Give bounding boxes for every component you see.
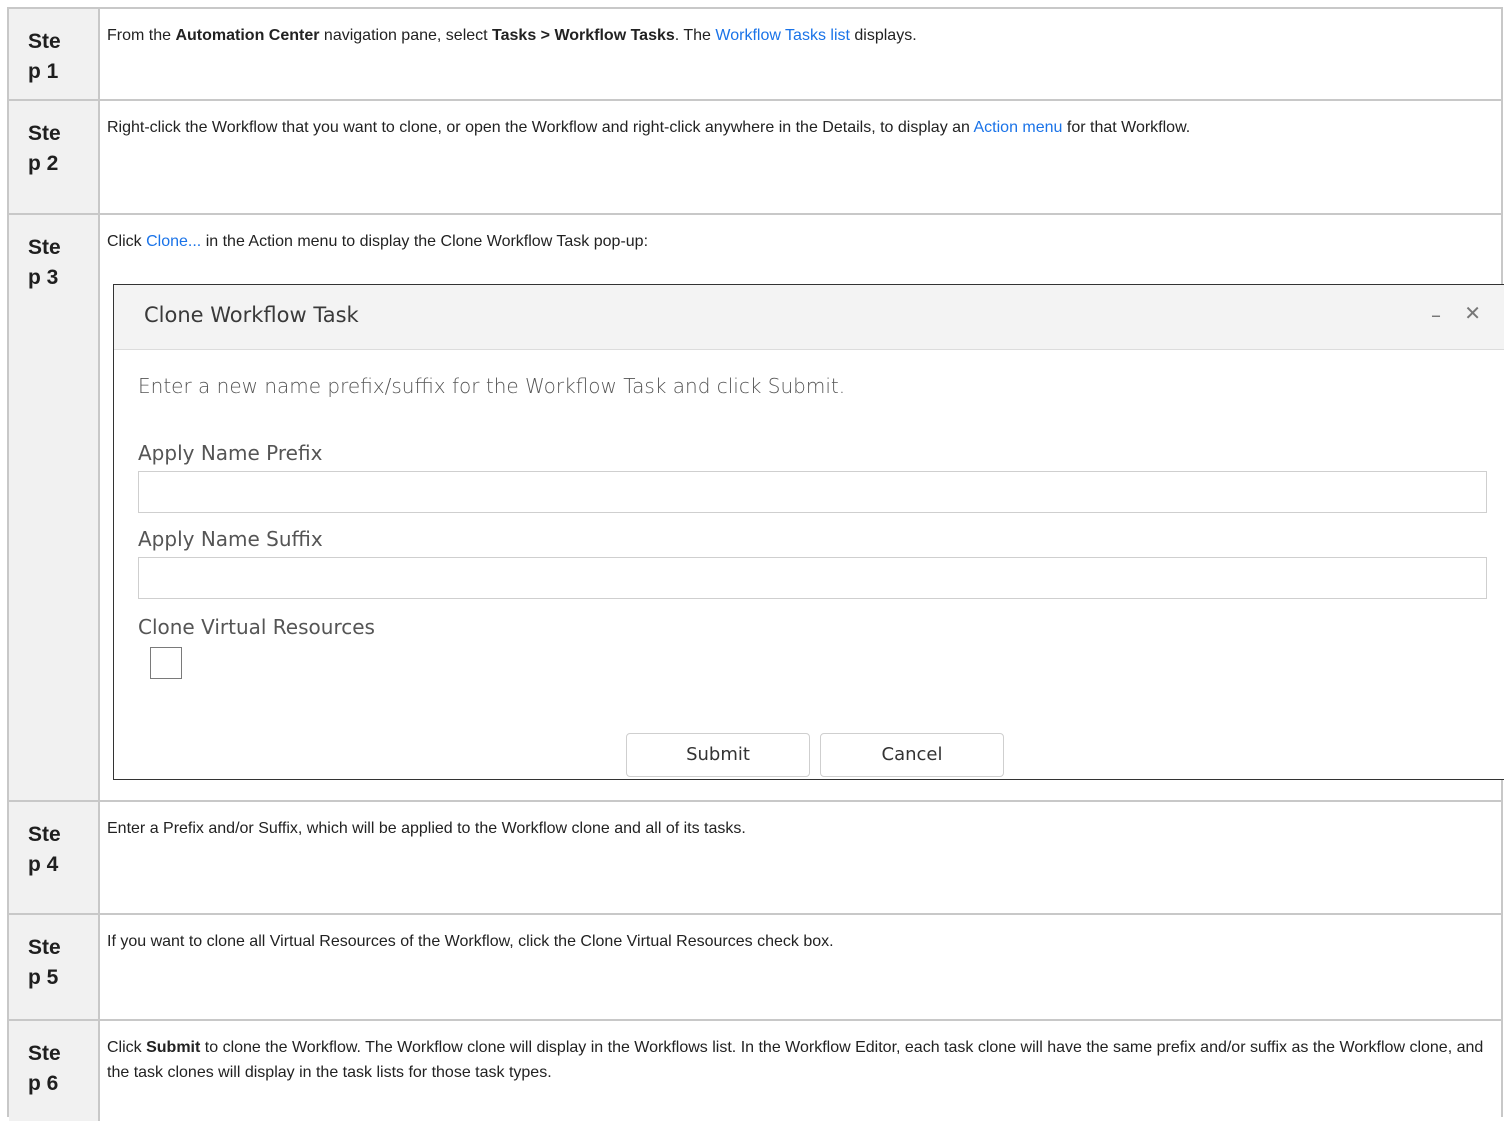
step-row-4: Ste p 4 Enter a Prefix and/or Suffix, wh… [9, 802, 1501, 915]
step-label-cell: Ste p 6 [9, 1021, 100, 1121]
step-label: Ste p 6 [28, 1042, 61, 1095]
step-text-run: From the [107, 27, 176, 44]
step-bold-text: Tasks > Workflow Tasks [492, 27, 675, 44]
close-icon[interactable]: ✕ [1464, 301, 1481, 325]
step-label-cell: Ste p 3 [9, 215, 100, 800]
step-text: Click Clone... in the Action menu to dis… [107, 229, 1491, 254]
step-label: Ste p 5 [28, 936, 61, 989]
step-text-run: . The [674, 27, 716, 44]
dialog-header: Clone Workflow Task – ✕ [114, 285, 1504, 350]
step-label-cell: Ste p 5 [9, 915, 100, 1019]
clone-workflow-task-dialog: Clone Workflow Task – ✕ Enter a new name… [113, 284, 1504, 780]
step-link[interactable]: Workflow Tasks list [715, 27, 850, 44]
step-text: From the Automation Center navigation pa… [107, 23, 1491, 48]
clone-resources-label: Clone Virtual Resources [138, 615, 375, 639]
step-bold-text: Automation Center [175, 27, 320, 44]
step-link[interactable]: Action menu [974, 119, 1063, 136]
prefix-label: Apply Name Prefix [138, 441, 323, 465]
step-label-cell: Ste p 4 [9, 802, 100, 913]
step-text-run: Click [107, 1039, 147, 1056]
step-text-run: to clone the Workflow. The Workflow clon… [107, 1039, 1484, 1081]
step-label: Ste p 1 [28, 30, 61, 83]
step-text-run: Click [107, 233, 147, 250]
step-text: Click Submit to clone the Workflow. The … [107, 1035, 1491, 1085]
step-text-run: in the Action menu to display the Clone … [201, 233, 649, 250]
step-text: Enter a Prefix and/or Suffix, which will… [107, 816, 1491, 841]
suffix-label: Apply Name Suffix [138, 527, 323, 551]
clone-resources-checkbox[interactable] [150, 647, 182, 679]
step-label: Ste p 3 [28, 236, 61, 289]
submit-button[interactable]: Submit [626, 733, 810, 777]
step-row-5: Ste p 5 If you want to clone all Virtual… [9, 915, 1501, 1021]
step-text-run: for that Workflow. [1062, 119, 1191, 136]
prefix-input[interactable] [138, 471, 1487, 513]
step-text-run: displays. [849, 27, 917, 44]
step-text-run: If you want to clone all Virtual Resourc… [107, 933, 834, 950]
suffix-input[interactable] [138, 557, 1487, 599]
step-row-6: Ste p 6 Click Submit to clone the Workfl… [9, 1021, 1501, 1121]
steps-table: Ste p 1 From the Automation Center navig… [7, 7, 1504, 1121]
step-label-cell: Ste p 1 [9, 9, 100, 99]
step-text-run: Enter a Prefix and/or Suffix, which will… [107, 820, 746, 837]
step-bold-text: Submit [146, 1039, 201, 1056]
step-label: Ste p 2 [28, 122, 61, 175]
step-text: Right-click the Workflow that you want t… [107, 115, 1491, 140]
step-label-cell: Ste p 2 [9, 101, 100, 213]
dialog-title: Clone Workflow Task [144, 303, 359, 327]
step-row-2: Ste p 2 Right-click the Workflow that yo… [9, 101, 1501, 215]
step-text-run: Right-click the Workflow that you want t… [107, 119, 974, 136]
step-text: If you want to clone all Virtual Resourc… [107, 929, 1491, 954]
dialog-prompt: Enter a new name prefix/suffix for the W… [138, 374, 846, 398]
cancel-button[interactable]: Cancel [820, 733, 1004, 777]
step-row-1: Ste p 1 From the Automation Center navig… [9, 9, 1501, 101]
step-link[interactable]: Clone... [146, 233, 201, 250]
step-label: Ste p 4 [28, 823, 61, 876]
minimize-icon[interactable]: – [1431, 303, 1441, 327]
step-text-run: navigation pane, select [319, 27, 493, 44]
